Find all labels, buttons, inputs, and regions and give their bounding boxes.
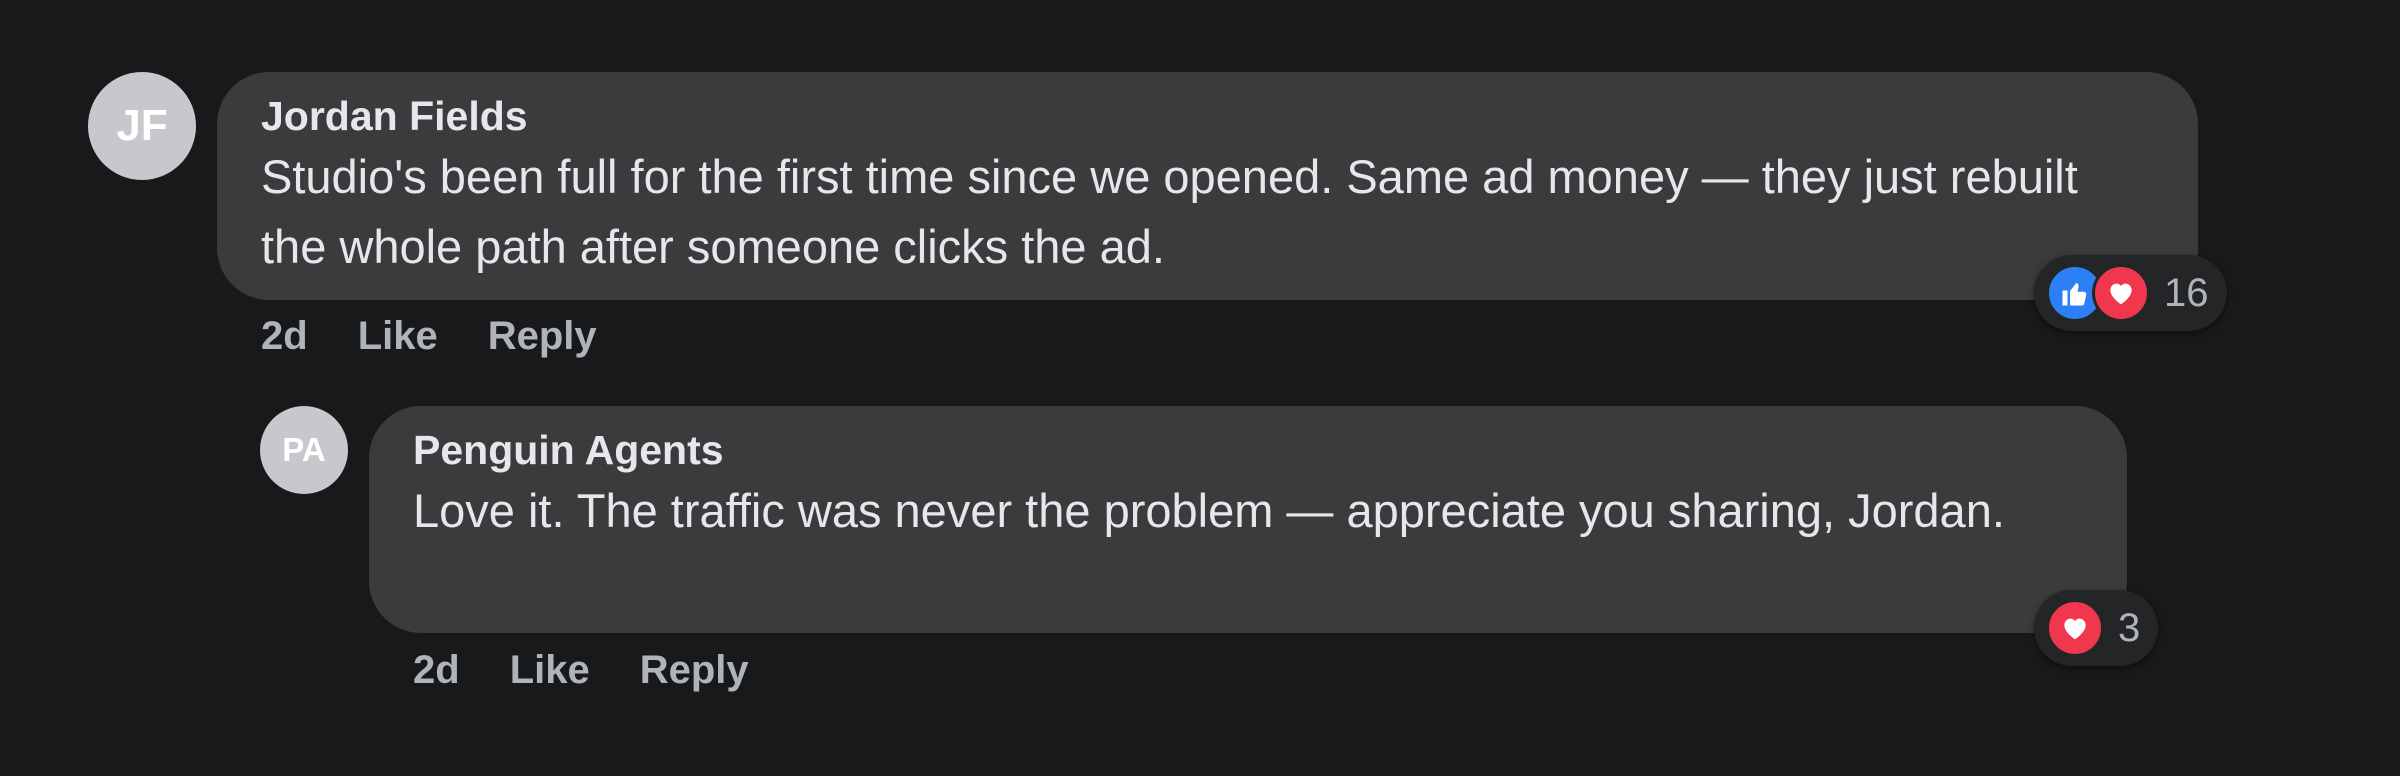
comment-bubble: Jordan Fields Studio's been full for the… [217,72,2198,300]
heart-icon [2046,599,2104,657]
comment-actions: 2d Like Reply [261,312,597,360]
comment-bubble: Penguin Agents Love it. The traffic was … [369,406,2127,633]
comment-timestamp[interactable]: 2d [413,646,460,694]
comment-text: Studio's been full for the first time si… [261,150,2078,273]
reaction-summary[interactable]: 3 [2034,590,2159,666]
like-button[interactable]: Like [510,646,590,694]
like-button[interactable]: Like [358,312,438,360]
comment-text: Love it. The traffic was never the probl… [413,484,2005,537]
comment-author[interactable]: Penguin Agents [413,426,724,474]
comment-timestamp[interactable]: 2d [261,312,308,360]
avatar[interactable]: PA [260,406,348,494]
comment-author[interactable]: Jordan Fields [261,92,528,140]
comment-actions: 2d Like Reply [413,646,749,694]
reaction-summary[interactable]: 16 [2034,255,2227,331]
heart-icon [2092,264,2150,322]
reaction-count: 3 [2118,606,2141,650]
reaction-count: 16 [2164,271,2209,315]
reply-button[interactable]: Reply [640,646,749,694]
reply-button[interactable]: Reply [488,312,597,360]
avatar[interactable]: JF [88,72,196,180]
